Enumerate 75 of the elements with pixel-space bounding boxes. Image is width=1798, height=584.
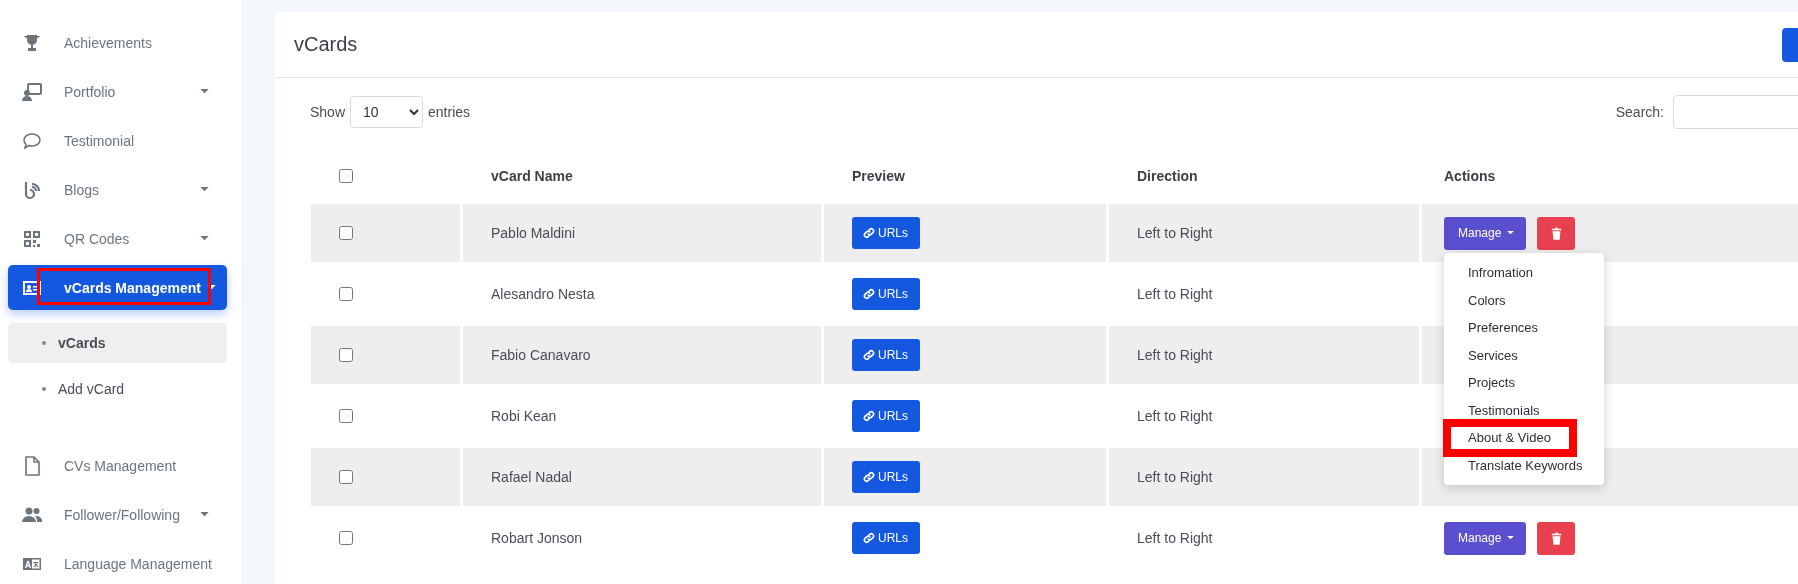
- urls-button[interactable]: URLs: [852, 522, 920, 554]
- link-icon: [863, 532, 875, 544]
- caret-icon: [200, 89, 209, 94]
- sidebar-item[interactable]: Achievements: [8, 20, 227, 65]
- caret-icon: [1507, 231, 1515, 235]
- trophy-icon: [22, 32, 42, 53]
- page-title: vCards: [294, 33, 358, 56]
- qr-code-icon: [22, 228, 42, 249]
- trash-icon: [1550, 226, 1562, 240]
- caret-icon: [200, 187, 209, 192]
- sidebar-item[interactable]: vCards Management: [8, 265, 227, 310]
- entries-label: entries: [428, 104, 471, 120]
- sidebar-item[interactable]: CVs Management: [8, 443, 227, 488]
- caret-icon: [200, 236, 209, 241]
- column-header: vCard Name: [491, 168, 573, 184]
- menu-item[interactable]: Infromation: [1444, 259, 1604, 287]
- submenu-item[interactable]: Add vCard: [8, 369, 227, 409]
- urls-button[interactable]: URLs: [852, 217, 920, 249]
- menu-item[interactable]: Preferences: [1444, 314, 1604, 342]
- urls-button[interactable]: URLs: [852, 278, 920, 310]
- sidebar-item[interactable]: Blogs: [8, 167, 227, 212]
- urls-button[interactable]: URLs: [852, 339, 920, 371]
- link-icon: [863, 349, 875, 361]
- row-checkbox[interactable]: [339, 470, 353, 484]
- manage-button[interactable]: Manage: [1444, 521, 1527, 555]
- row-checkbox[interactable]: [339, 348, 353, 362]
- manage-button[interactable]: Manage: [1444, 216, 1527, 250]
- sidebar-item[interactable]: Follower/Following: [8, 492, 227, 537]
- delete-button[interactable]: [1537, 216, 1576, 250]
- trash-icon: [1550, 531, 1562, 545]
- sidebar-item[interactable]: Portfolio: [8, 69, 227, 114]
- table-cell: Rafael Nadal: [491, 469, 572, 485]
- menu-item[interactable]: Projects: [1444, 369, 1604, 397]
- row-checkbox[interactable]: [339, 226, 353, 240]
- select-all-checkbox[interactable]: [339, 169, 353, 183]
- row-checkbox[interactable]: [339, 531, 353, 545]
- entries-select[interactable]: 10: [350, 96, 424, 128]
- speech-bubble-icon: [22, 130, 42, 151]
- table-cell: Alesandro Nesta: [491, 286, 595, 302]
- table-cell: Left to Right: [1137, 530, 1213, 546]
- column-header: Direction: [1137, 168, 1198, 184]
- blog-icon: [22, 179, 42, 200]
- sidebar-item[interactable]: QR Codes: [8, 216, 227, 261]
- table-cell: Pablo Maldini: [491, 225, 576, 241]
- urls-button[interactable]: URLs: [852, 461, 920, 493]
- table-cell: Left to Right: [1137, 347, 1213, 363]
- search-field[interactable]: [1673, 95, 1798, 129]
- table-cell: Left to Right: [1137, 469, 1213, 485]
- search-label: Search:: [1615, 104, 1664, 120]
- show-label: Show: [310, 104, 346, 120]
- table-cell: Left to Right: [1137, 408, 1213, 424]
- sidebar-item[interactable]: Testimonial: [8, 118, 227, 163]
- table-cell: Left to Right: [1137, 286, 1213, 302]
- link-icon: [863, 410, 875, 422]
- link-icon: [863, 227, 875, 239]
- delete-button[interactable]: [1537, 521, 1576, 555]
- table-cell: Robi Kean: [491, 408, 557, 424]
- urls-button[interactable]: URLs: [852, 400, 920, 432]
- caret-icon: [200, 512, 209, 517]
- column-header: Actions: [1444, 168, 1496, 184]
- table-cell: Left to Right: [1137, 225, 1213, 241]
- table-cell: Fabio Canavaro: [491, 347, 591, 363]
- table-cell: Robart Jonson: [491, 530, 583, 546]
- document-icon: [22, 455, 42, 476]
- link-icon: [863, 471, 875, 483]
- presentation-icon: [22, 81, 42, 102]
- menu-item[interactable]: Colors: [1444, 286, 1604, 314]
- row-checkbox[interactable]: [339, 287, 353, 301]
- submenu-item[interactable]: vCards: [8, 323, 227, 363]
- row-checkbox[interactable]: [339, 409, 353, 423]
- menu-item[interactable]: About & Video: [1443, 419, 1577, 457]
- caret-icon: [1507, 536, 1515, 540]
- column-header: Preview: [852, 168, 905, 184]
- link-icon: [863, 288, 875, 300]
- sidebar-item[interactable]: Language Management: [8, 541, 227, 584]
